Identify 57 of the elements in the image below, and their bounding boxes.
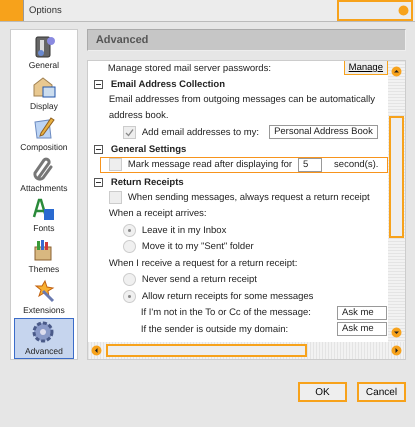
category-tab[interactable]: Advanced: [14, 318, 74, 359]
dialog-button[interactable]: Cancel: [357, 382, 406, 402]
description-text: address book.: [108, 110, 169, 122]
manage-button[interactable]: Manage: [344, 61, 388, 75]
scroll-up-icon[interactable]: [391, 66, 402, 77]
seconds-field[interactable]: 5: [298, 158, 322, 172]
checkbox-label: Add email addresses to my:: [142, 126, 260, 138]
checkbox[interactable]: [108, 190, 122, 204]
option-label: If the sender is outside my domain:: [140, 324, 288, 335]
category-tab[interactable]: Fonts: [14, 196, 74, 236]
radio-label: Never send a return receipt: [142, 274, 257, 286]
category-tab[interactable]: Extensions: [14, 277, 74, 318]
checkbox[interactable]: [108, 158, 122, 172]
description-text: When a receipt arrives:: [108, 208, 207, 220]
passwords-label: Manage stored mail server passwords:: [108, 62, 271, 74]
radio-button[interactable]: [122, 290, 136, 303]
radio-button[interactable]: [122, 224, 136, 237]
radio-button[interactable]: [122, 240, 136, 254]
radio-label: Leave it in my Inbox: [142, 224, 226, 236]
panel-title: Advanced: [86, 29, 406, 51]
option-dropdown[interactable]: Ask me: [337, 322, 387, 336]
checkmark-icon: [124, 128, 134, 137]
address-book-dropdown[interactable]: Personal Address Book: [269, 125, 378, 140]
checkbox[interactable]: [122, 126, 136, 139]
section-heading: General Settings: [110, 144, 186, 155]
category-tab[interactable]: Attachments: [14, 154, 74, 196]
checkbox-label: When sending messages, always request a return receipt: [128, 192, 370, 203]
scroll-left-icon[interactable]: [90, 345, 102, 356]
horizontal-scrollbar[interactable]: [88, 342, 405, 359]
scroll-down-icon[interactable]: [391, 327, 402, 338]
gear-icon: [31, 320, 56, 345]
envelope-icon: [31, 74, 56, 100]
collapse-toggle[interactable]: [94, 80, 103, 88]
dialog-button[interactable]: OK: [298, 382, 347, 402]
radio-label: Move it to my "Sent" folder: [142, 241, 254, 252]
option-label: If I'm not in the To or Cc of the message:: [140, 307, 311, 318]
category-tab[interactable]: General: [14, 32, 74, 73]
radio-button[interactable]: [122, 273, 136, 286]
option-dropdown[interactable]: Ask me: [337, 306, 387, 320]
category-tab[interactable]: Themes: [14, 236, 74, 278]
collapse-toggle[interactable]: [94, 145, 103, 154]
checkbox-label: Mark message read after displaying for: [128, 159, 292, 170]
category-tab[interactable]: Display: [14, 72, 74, 114]
description-text: Email addresses from outgoing messages can be automatically: [108, 94, 375, 105]
scroll-right-icon[interactable]: [391, 345, 402, 356]
letters-icon: [31, 197, 56, 222]
vertical-scrollbar[interactable]: [388, 61, 405, 342]
section-heading: Email Address Collection: [110, 78, 226, 90]
scrollbar-thumb[interactable]: [106, 344, 307, 357]
category-tab[interactable]: Composition: [14, 114, 74, 155]
radio-label: Allow return receipts for some messages: [142, 290, 314, 302]
scrollbar-thumb[interactable]: [389, 116, 404, 238]
unit-label: second(s).: [334, 159, 378, 170]
collapse-toggle[interactable]: [94, 178, 103, 186]
window-title: Options: [28, 4, 63, 18]
section-heading: Return Receipts: [110, 176, 184, 188]
description-text: When I receive a request for a return receipt:: [108, 258, 298, 269]
